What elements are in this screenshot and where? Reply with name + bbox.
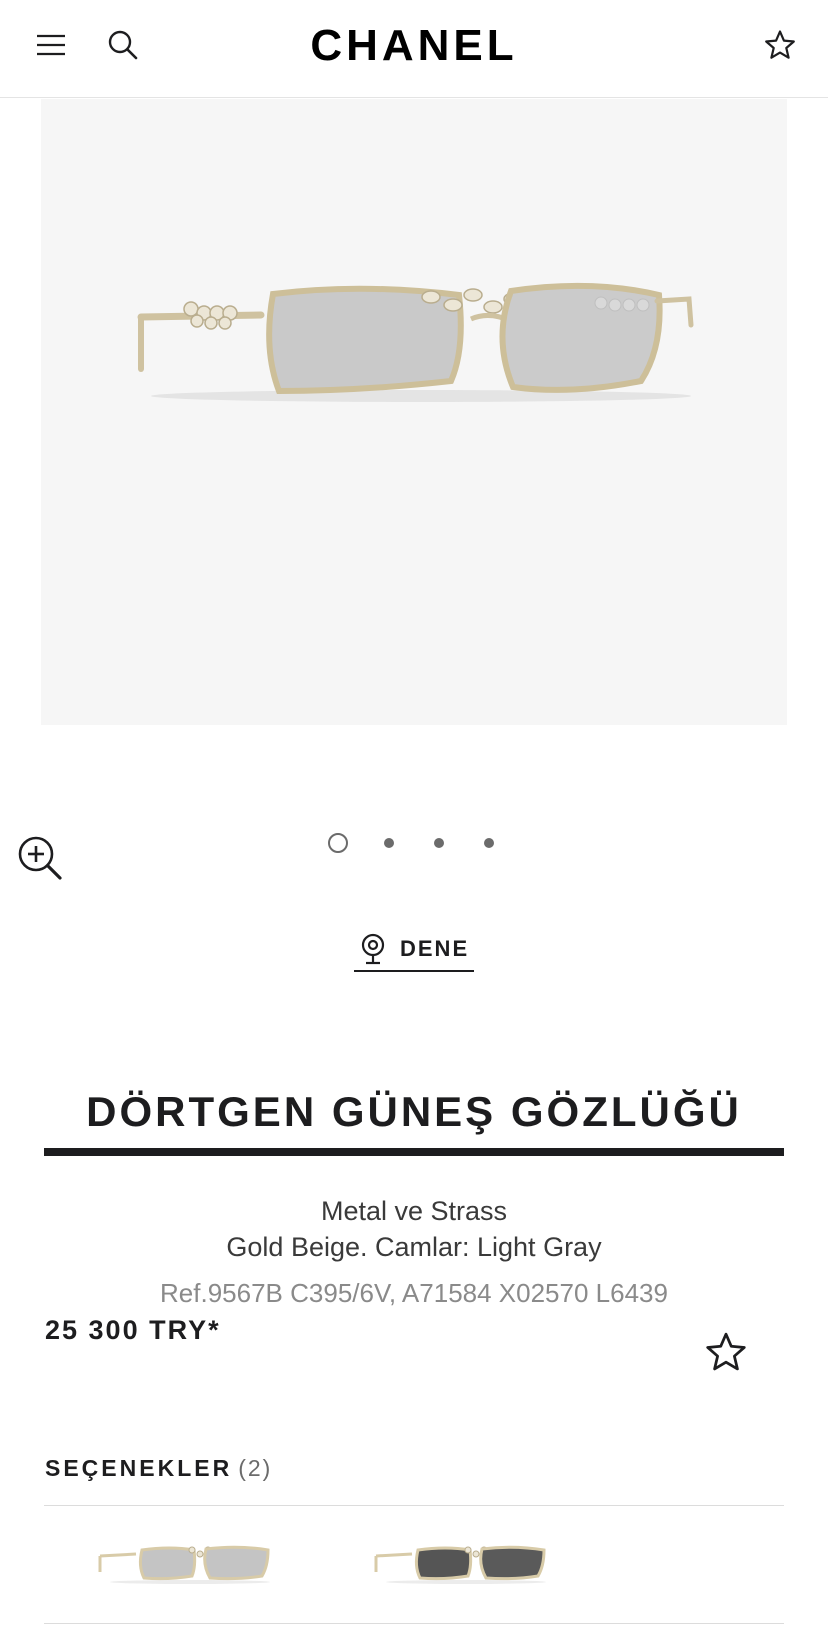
title-divider [44,1148,784,1156]
carousel-dot-4[interactable] [484,838,494,848]
zoom-in-icon [18,836,62,880]
option-variant-dark-gray[interactable] [368,1532,558,1596]
sunglasses-thumbnail [374,1545,546,1584]
product-material: Metal ve Strass [320,1196,508,1226]
zoom-button[interactable] [16,834,64,882]
add-to-wishlist-button[interactable] [704,1330,748,1374]
carousel-dot-3[interactable] [434,838,444,848]
carousel-pagination [322,830,502,856]
star-icon [765,30,795,59]
sunglasses-thumbnail [98,1545,270,1584]
menu-button[interactable] [30,24,72,66]
search-icon [108,30,138,60]
options-divider-top [44,1505,784,1506]
product-image[interactable] [41,99,787,725]
sunglasses-illustration [137,282,694,402]
brand-logo[interactable]: CHANEL [264,18,564,74]
carousel-dot-2[interactable] [384,838,394,848]
product-title: DÖRTGEN GÜNEŞ GÖZLÜĞÜ [86,1088,742,1135]
try-on-button[interactable]: DENE [354,928,474,972]
options-heading: SEÇENEKLER (2) [45,1452,272,1484]
option-variant-light-gray[interactable] [92,1532,282,1596]
top-header: CHANEL [0,0,828,98]
carousel-dot-1[interactable] [328,833,348,853]
options-divider-bottom [44,1623,784,1624]
star-icon [706,1332,746,1371]
hamburger-menu-icon [37,34,65,56]
wishlist-button[interactable] [758,22,802,68]
product-color: Gold Beige. Camlar: Light Gray [226,1232,602,1262]
virtual-try-on-icon [361,933,385,965]
product-reference: Ref.9567B C395/6V, A71584 X02570 L6439 [160,1278,668,1308]
try-on-label: DENE [400,936,470,961]
options-label: SEÇENEKLER [45,1455,233,1481]
product-price: 25 300 TRY* [45,1315,221,1345]
search-button[interactable] [100,22,146,68]
options-count: (2) [238,1455,273,1481]
brand-logo-text: CHANEL [310,21,518,70]
